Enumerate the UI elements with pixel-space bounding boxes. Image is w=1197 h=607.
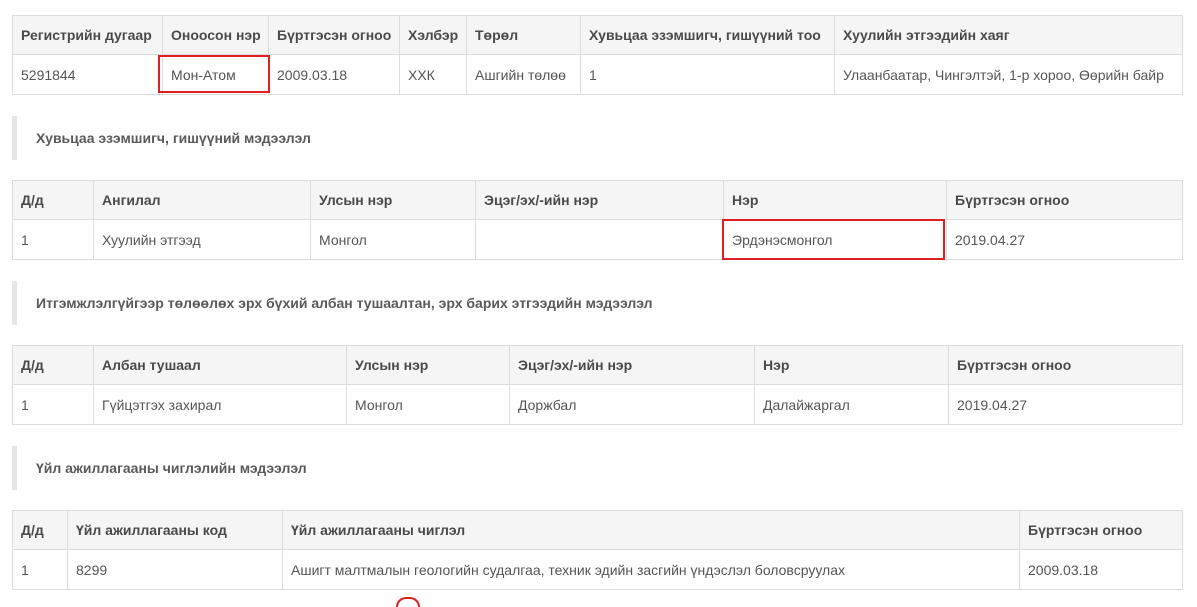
shareholder-country: Монгол [310,219,476,260]
col-header-registered-date: Бүртгэсэн огноо [948,345,1183,385]
col-header-name: Нэр [754,345,949,385]
table-header-row: Д/д Ангилал Улсын нэр Эцэг/эх/-ийн нэр Н… [12,180,1183,220]
shareholder-category: Хуулийн этгээд [93,219,311,260]
official-registered-date: 2019.04.27 [948,384,1183,425]
company-type: Ашгийн төлөө [466,54,581,95]
col-header-legal-address: Хуулийн этгээдийн хаяг [834,15,1183,55]
shareholders-table: Д/д Ангилал Улсын нэр Эцэг/эх/-ийн нэр Н… [12,180,1183,260]
col-header-activity-direction: Үйл ажиллагааны чиглэл [282,510,1020,550]
col-header-index: Д/д [12,345,94,385]
shareholders-section-title: Хувьцаа эзэмшигч, гишүүний мэдээлэл [12,116,1182,160]
activities-section-title: Үйл ажиллагааны чиглэлийн мэдээлэл [12,446,1182,490]
col-header-parent-name: Эцэг/эх/-ийн нэр [475,180,724,220]
row-index: 1 [12,384,94,425]
officials-section-title: Итгэмжлэлгүйгээр төлөөлөх эрх бүхий алба… [12,281,1182,325]
col-header-registered-date: Бүртгэсэн огноо [1019,510,1183,550]
shareholder-parent-name [475,219,724,260]
shareholder-registered-date: 2019.04.27 [946,219,1183,260]
table-header-row: Д/д Албан тушаал Улсын нэр Эцэг/эх/-ийн … [12,345,1183,385]
col-header-activity-code: Үйл ажиллагааны код [67,510,283,550]
official-position: Гүйцэтгэх захирал [93,384,347,425]
col-header-parent-name: Эцэг/эх/-ийн нэр [509,345,755,385]
red-circle-mark [396,597,420,607]
col-header-form: Хэлбэр [399,15,467,55]
table-header-row: Д/д Үйл ажиллагааны код Үйл ажиллагааны … [12,510,1183,550]
table-header-row: Регистрийн дугаар Оноосон нэр Бүртгэсэн … [12,15,1183,55]
legal-address: Улаанбаатар, Чингэлтэй, 1-р хороо, Өөрий… [834,54,1183,95]
col-header-name: Нэр [723,180,947,220]
company-form: ХХК [399,54,467,95]
col-header-country: Улсын нэр [310,180,476,220]
col-header-registered-date: Бүртгэсэн огноо [946,180,1183,220]
registration-number: 5291844 [12,54,163,95]
col-header-index: Д/д [12,180,94,220]
registered-date: 2009.03.18 [268,54,400,95]
shareholder-count: 1 [580,54,835,95]
table-row: 1 Хуулийн этгээд Монгол Эрдэнэсмонгол 20… [12,219,1183,260]
row-index: 1 [12,219,94,260]
col-header-position: Албан тушаал [93,345,347,385]
official-parent-name: Доржбал [509,384,755,425]
shareholder-name-highlight [722,219,945,260]
col-header-registration-number: Регистрийн дугаар [12,15,163,55]
activity-registered-date: 2009.03.18 [1019,549,1183,590]
row-index: 1 [12,549,68,590]
col-header-company-name: Оноосон нэр [162,15,269,55]
activity-code: 8299 [67,549,283,590]
col-header-country: Улсын нэр [346,345,510,385]
col-header-shareholder-count: Хувьцаа эзэмшигч, гишүүний тоо [580,15,835,55]
col-header-category: Ангилал [93,180,311,220]
col-header-registered-date: Бүртгэсэн огноо [268,15,400,55]
officials-table: Д/д Албан тушаал Улсын нэр Эцэг/эх/-ийн … [12,345,1183,425]
official-name: Далайжаргал [754,384,949,425]
official-country: Монгол [346,384,510,425]
table-row: 1 8299 Ашигт малтмалын геологийн судалга… [12,549,1183,590]
activity-direction: Ашигт малтмалын геологийн судалгаа, техн… [282,549,1020,590]
col-header-index: Д/д [12,510,68,550]
table-row: 1 Гүйцэтгэх захирал Монгол Доржбал Далай… [12,384,1183,425]
col-header-type: Төрөл [466,15,581,55]
company-name-highlight [158,55,270,93]
activities-table: Д/д Үйл ажиллагааны код Үйл ажиллагааны … [12,510,1183,590]
